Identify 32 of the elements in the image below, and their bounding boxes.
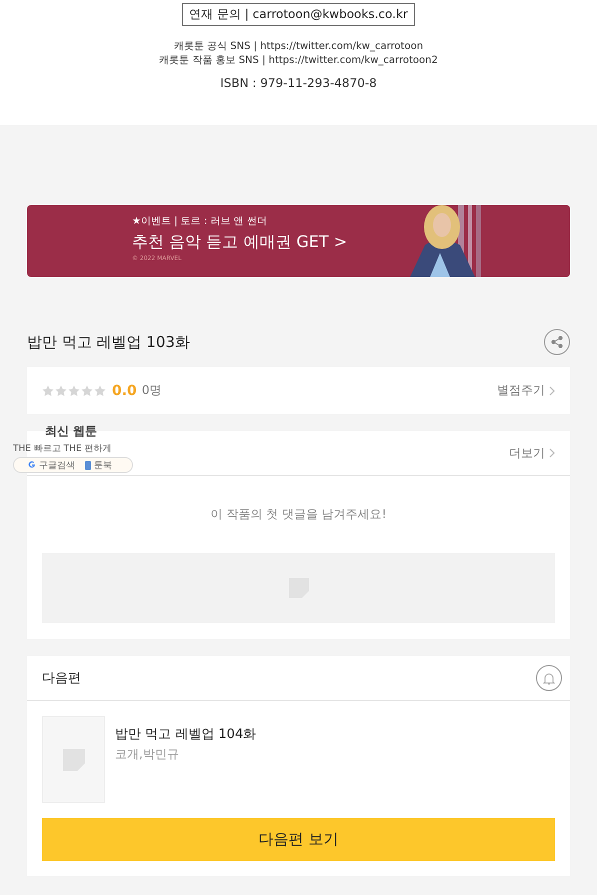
notify-button[interactable] xyxy=(536,665,562,691)
next-episode-title: 밥만 먹고 레벨업 104화 xyxy=(115,726,256,743)
more-link[interactable]: 더보기 xyxy=(509,444,555,462)
banner-headline: 추천 음악 듣고 예매권 GET > xyxy=(132,232,348,253)
authors-text: 코개,박민규 xyxy=(115,746,180,763)
empty-comments-message: 이 작품의 첫 댓글을 남겨주세요! xyxy=(209,506,388,523)
share-icon xyxy=(551,336,563,348)
rating-score: 0.0 xyxy=(112,382,137,398)
overlay-title: 최신 웹툰 xyxy=(45,423,98,440)
contact-info: 연재 문의 | carrotoon@kwbooks.co.kr xyxy=(182,3,415,26)
google-icon xyxy=(28,461,36,469)
section-title: 다음편 xyxy=(42,670,81,687)
isbn-text: ISBN : 979-11-293-4870-8 xyxy=(220,76,377,90)
chevron-icon xyxy=(549,448,555,458)
rating-count: 0명 xyxy=(142,382,162,399)
star-icon xyxy=(55,384,67,396)
share-button[interactable] xyxy=(544,329,570,355)
bell-icon xyxy=(543,672,555,684)
star-icon xyxy=(81,384,93,396)
quick-link[interactable]: 구글검색 xyxy=(28,458,75,472)
star-icon xyxy=(42,384,54,396)
chevron-icon xyxy=(549,386,555,396)
banner-label: ★이벤트 | 토르 : 러브 앤 썬더 xyxy=(132,215,268,228)
next-episode-button[interactable]: 다음편 보기 xyxy=(42,818,555,861)
overlay-tagline: THE 빠르고 THE 편하게 xyxy=(13,443,112,455)
star-icon xyxy=(94,384,106,396)
star-icon xyxy=(68,384,80,396)
episode-thumbnail[interactable] xyxy=(42,716,105,803)
episode-title: 밥만 먹고 레벨업 103화 xyxy=(27,332,190,352)
rate-link[interactable]: 별점주기 xyxy=(497,382,555,399)
book-icon xyxy=(85,460,91,470)
quick-link[interactable]: 툰북 xyxy=(85,458,112,472)
